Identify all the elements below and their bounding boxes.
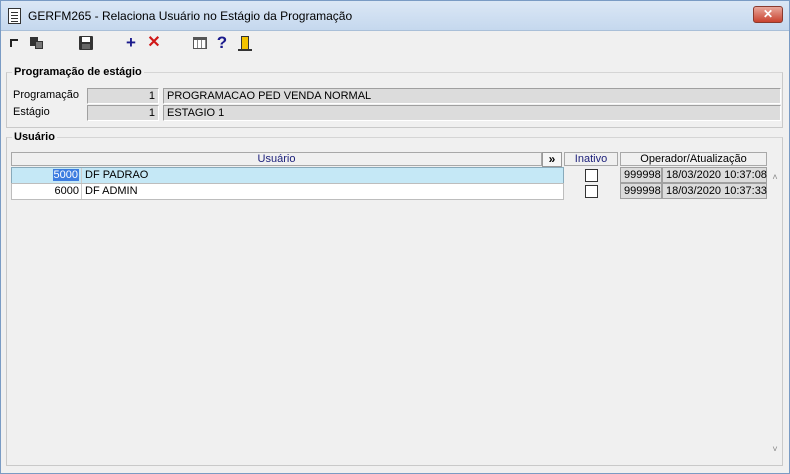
vertical-scrollbar[interactable]: ˄ ˅ [768,168,782,456]
usuario-legend: Usuário [14,131,55,143]
column-header-usuario[interactable]: Usuário [11,152,542,166]
user-name-cell: DF PADRAO [85,169,149,181]
toolbar: + ✕ ? [1,32,789,56]
estagio-label: Estágio [13,106,50,118]
copy-icon[interactable] [28,34,46,52]
programacao-code-field: 1 [87,88,159,104]
user-id-cell[interactable]: 6000 [12,184,81,199]
calendar-icon[interactable] [191,34,209,52]
operator-cell: 999998 [620,183,662,199]
updated-cell: 18/03/2020 10:37:33 [662,183,767,199]
exit-door-icon[interactable] [236,34,254,52]
estagio-desc-field: ESTAGIO 1 [163,105,781,121]
scroll-down-icon[interactable]: ˅ [770,444,780,454]
programacao-desc-field: PROGRAMACAO PED VENDA NORMAL [163,88,781,104]
estagio-code-field: 1 [87,105,159,121]
user-id-value[interactable]: 5000 [52,169,79,181]
main-window: GERFM265 - Relaciona Usuário no Estágio … [0,0,790,474]
column-header-inativo[interactable]: Inativo [564,152,618,166]
delete-icon[interactable]: ✕ [145,34,163,52]
column-header-operador[interactable]: Operador/Atualização [620,152,767,166]
expand-columns-button[interactable]: » [542,152,562,167]
close-button[interactable]: ✕ [753,6,783,23]
document-icon [8,8,21,24]
updated-cell: 18/03/2020 10:37:08 [662,167,767,183]
inativo-checkbox[interactable] [585,185,598,198]
help-icon[interactable]: ? [213,34,231,52]
programacao-legend: Programação de estágio [14,66,142,78]
user-id-cell[interactable]: 5000 [12,168,81,183]
table-row[interactable]: 6000 DF ADMIN [11,183,564,200]
inativo-checkbox[interactable] [585,169,598,182]
window-title: GERFM265 - Relaciona Usuário no Estágio … [28,9,353,23]
user-name-cell: DF ADMIN [85,185,138,197]
title-bar: GERFM265 - Relaciona Usuário no Estágio … [1,1,789,31]
operator-cell: 999998 [620,167,662,183]
add-icon[interactable]: + [122,34,140,52]
arrow-icon[interactable] [7,34,25,52]
programacao-label: Programação [13,89,80,101]
scroll-up-icon[interactable]: ˄ [770,172,780,182]
table-row[interactable]: 5000 DF PADRAO [11,167,564,184]
save-icon[interactable] [77,34,95,52]
